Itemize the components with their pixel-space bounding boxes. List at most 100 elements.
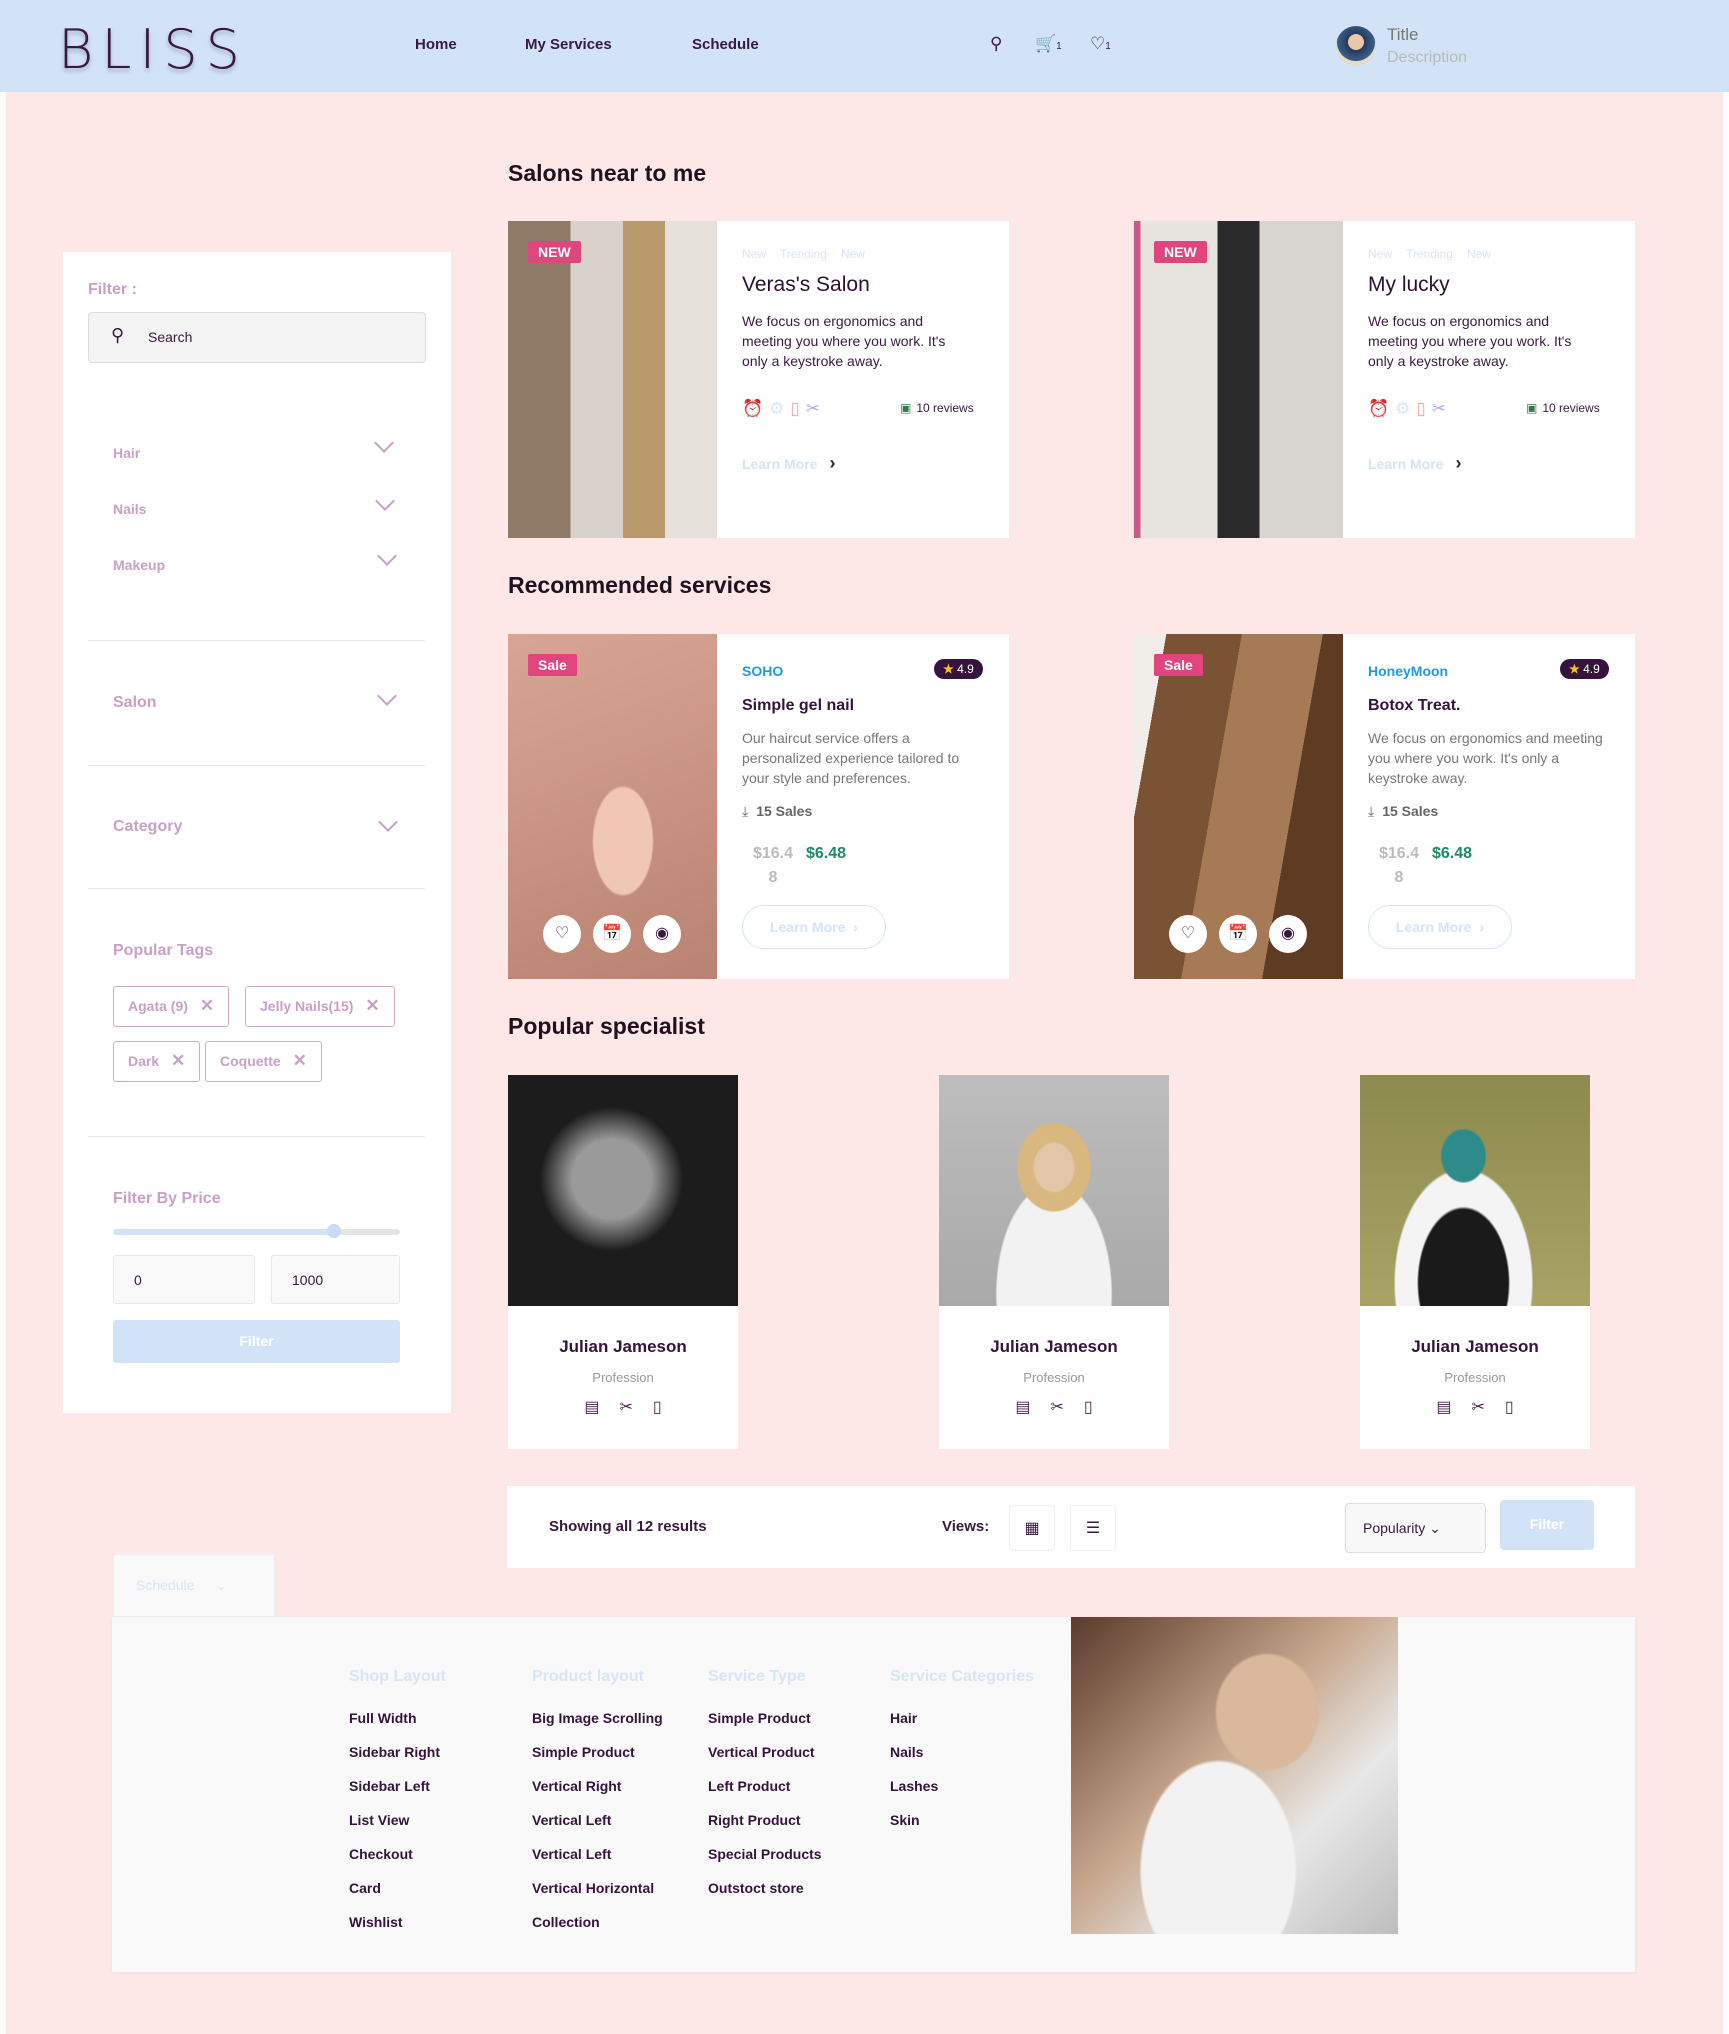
filter-salon[interactable]: Salon	[113, 694, 157, 712]
filter-button[interactable]: Filter	[113, 1320, 400, 1363]
menu-link[interactable]: Big Image Scrolling	[532, 1710, 707, 1744]
tag-chip[interactable]: Agata (9) ✕	[113, 986, 230, 1027]
tag-label[interactable]: Trending	[780, 247, 827, 261]
section-title: Salons near to me	[508, 160, 707, 186]
menu-link[interactable]: Simple Product	[708, 1710, 883, 1744]
filter-makeup[interactable]: Makeup	[113, 557, 165, 573]
close-icon[interactable]: ✕	[365, 996, 379, 1015]
tag-label[interactable]: New	[1467, 247, 1491, 261]
close-icon[interactable]: ✕	[200, 996, 214, 1015]
avatar[interactable]	[1336, 26, 1376, 66]
specialist-card[interactable]: Julian Jameson Profession ▤✂▯	[1360, 1075, 1590, 1449]
menu-link[interactable]: Left Product	[708, 1778, 883, 1812]
menu-link[interactable]: Vertical Product	[708, 1744, 883, 1778]
menu-link[interactable]: Wishlist	[349, 1914, 524, 1948]
menu-column: Product layout Big Image Scrolling Simple …	[532, 1668, 707, 1948]
search-input[interactable]: ⚲ Search	[88, 312, 426, 363]
tag-label[interactable]: New	[742, 247, 766, 261]
learn-more-link[interactable]: Learn More ›	[742, 453, 835, 474]
specialist-photo	[508, 1075, 738, 1306]
specialist-name[interactable]: Julian Jameson	[1360, 1337, 1590, 1357]
cart-button[interactable]: 🛒1	[1035, 34, 1062, 54]
service-name[interactable]: Botox Treat.	[1368, 697, 1460, 715]
schedule-icon: 📅	[602, 925, 622, 942]
filter-category[interactable]: Category	[113, 818, 182, 836]
slider-handle[interactable]	[326, 1224, 341, 1238]
specialist-card[interactable]: Julian Jameson Profession ▤✂▯	[508, 1075, 738, 1449]
toolbar-filter-button[interactable]: Filter	[1500, 1500, 1594, 1550]
menu-link[interactable]: Card	[349, 1880, 524, 1914]
menu-link[interactable]: Collection	[532, 1914, 707, 1948]
nav-schedule[interactable]: Schedule	[692, 36, 759, 53]
nav-my-services[interactable]: My Services	[525, 36, 612, 53]
min-price-input[interactable]: 0	[113, 1255, 255, 1304]
tag-chip[interactable]: Jelly Nails(15) ✕	[245, 986, 395, 1027]
specialist-services: ▤✂▯	[939, 1397, 1169, 1417]
salon-name[interactable]: My lucky	[1368, 273, 1450, 297]
filter-hair[interactable]: Hair	[113, 445, 140, 461]
wishlist-button[interactable]: ♡	[543, 915, 581, 953]
menu-link[interactable]: Outstoct store	[708, 1880, 883, 1914]
preview-button[interactable]: ◉	[643, 915, 681, 953]
tag-label[interactable]: New	[1368, 247, 1392, 261]
list-view-button[interactable]: ☰	[1070, 1505, 1116, 1551]
learn-more-link[interactable]: Learn More ›	[1368, 453, 1461, 474]
menu-link[interactable]: Vertical Horizontal	[532, 1880, 707, 1914]
sale-badge: Sale	[528, 654, 577, 676]
brand-name[interactable]: SOHO	[742, 663, 783, 679]
learn-more-label: Learn More	[742, 456, 818, 472]
results-count: Showing all 12 results	[549, 1518, 707, 1535]
menu-link[interactable]: Simple Product	[532, 1744, 707, 1778]
cart-icon: 🛒	[1035, 34, 1057, 53]
search-icon[interactable]: ⚲	[990, 34, 1002, 54]
preview-button[interactable]: ◉	[1269, 915, 1307, 953]
close-icon[interactable]: ✕	[293, 1051, 307, 1070]
menu-link[interactable]: Hair	[890, 1710, 1040, 1744]
service-name[interactable]: Simple gel nail	[742, 697, 854, 715]
menu-link[interactable]: Vertical Right	[532, 1778, 707, 1812]
wishlist-button[interactable]: ♡1	[1090, 34, 1111, 54]
salon-name[interactable]: Veras's Salon	[742, 273, 870, 297]
schedule-button[interactable]: 📅	[593, 915, 631, 953]
tag-label[interactable]: Trending	[1406, 247, 1453, 261]
menu-link[interactable]: Skin	[890, 1812, 1040, 1846]
grid-view-button[interactable]: ▦	[1009, 1505, 1055, 1551]
menu-link[interactable]: Checkout	[349, 1846, 524, 1880]
filter-nails[interactable]: Nails	[113, 501, 146, 517]
salon-description: We focus on ergonomics and meeting you w…	[742, 313, 946, 369]
sales-count: ⤓ 15 Sales	[742, 803, 812, 820]
star-icon: ★	[1569, 662, 1584, 676]
menu-link[interactable]: Right Product	[708, 1812, 883, 1846]
menu-link[interactable]: Special Products	[708, 1846, 883, 1880]
salon-card: NEW New Trending New My lucky We focus on erg…	[1134, 221, 1635, 538]
tag-label: Coquette	[220, 1053, 281, 1069]
specialist-name[interactable]: Julian Jameson	[939, 1337, 1169, 1357]
menu-link[interactable]: Full Width	[349, 1710, 524, 1744]
schedule-button[interactable]: 📅	[1219, 915, 1257, 953]
close-icon[interactable]: ✕	[171, 1051, 185, 1070]
wishlist-button[interactable]: ♡	[1169, 915, 1207, 953]
logo[interactable]: BLISS	[58, 18, 248, 81]
menu-link[interactable]: List View	[349, 1812, 524, 1846]
brand-name[interactable]: HoneyMoon	[1368, 663, 1448, 679]
tag-chip[interactable]: Coquette ✕	[205, 1041, 322, 1082]
menu-link[interactable]: Nails	[890, 1744, 1040, 1778]
specialist-card[interactable]: Julian Jameson Profession ▤✂▯	[939, 1075, 1169, 1449]
menu-link[interactable]: Sidebar Right	[349, 1744, 524, 1778]
price-slider[interactable]	[113, 1224, 400, 1238]
menu-link[interactable]: Vertical Left	[532, 1846, 707, 1880]
specialist-name[interactable]: Julian Jameson	[508, 1337, 738, 1357]
schedule-dropdown[interactable]: Schedule ⌄	[113, 1554, 275, 1617]
tag-chip[interactable]: Dark ✕	[113, 1041, 201, 1082]
download-icon: ⤓	[742, 803, 749, 819]
max-price-input[interactable]: 1000	[271, 1255, 400, 1304]
menu-link[interactable]: Lashes	[890, 1778, 1040, 1812]
sort-dropdown[interactable]: Popularity ⌄	[1345, 1503, 1486, 1553]
learn-more-button[interactable]: Learn More ›	[1368, 905, 1512, 949]
nav-home[interactable]: Home	[415, 36, 457, 53]
lashes-icon: ▤	[584, 1399, 620, 1416]
menu-link[interactable]: Sidebar Left	[349, 1778, 524, 1812]
tag-label[interactable]: New	[841, 247, 865, 261]
menu-link[interactable]: Vertical Left	[532, 1812, 707, 1846]
learn-more-button[interactable]: Learn More ›	[742, 905, 886, 949]
